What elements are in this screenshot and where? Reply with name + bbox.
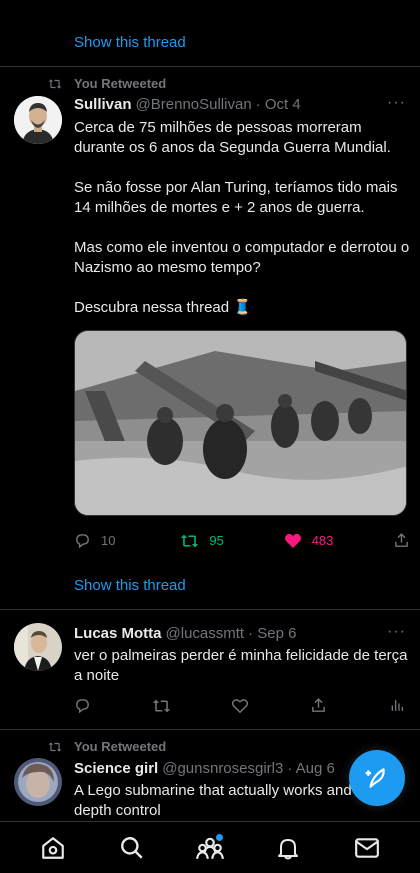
tweet-time[interactable]: · Aug 6: [287, 760, 335, 777]
avatar-image: [14, 758, 62, 806]
retweet-count: 95: [209, 533, 224, 548]
partial-action-row: [0, 0, 420, 6]
avatar-image: [14, 623, 62, 671]
bottom-navigation: [0, 821, 420, 873]
compose-tweet-button[interactable]: [349, 750, 405, 806]
tweet-header: Lucas Motta @lucassmtt · Sep 6: [74, 625, 404, 642]
tweet-paragraph: Se não fosse por Alan Turing, teríamos t…: [74, 179, 398, 216]
compose-icon: [365, 768, 385, 788]
retweet-icon: [48, 78, 62, 89]
share-icon: [312, 698, 325, 712]
tweet-time[interactable]: · Sep 6: [248, 625, 296, 642]
like-count: 483: [311, 533, 334, 548]
tweet-text: ver o palmeiras perder é minha felicidad…: [74, 647, 408, 684]
nav-search[interactable]: [112, 828, 152, 868]
notification-dot: [215, 833, 223, 841]
search-icon: [120, 836, 143, 859]
retweet-context: You Retweeted: [48, 76, 166, 91]
tweet-paragraph: Descubra nessa thread 🧵: [74, 299, 252, 316]
share-button[interactable]: [310, 697, 389, 714]
author-handle[interactable]: @gunsnrosesgirl3: [162, 760, 283, 777]
share-button[interactable]: [393, 532, 410, 549]
timeline-feed: Show this thread You Retweeted Sullivan …: [0, 0, 420, 873]
author-name[interactable]: Sullivan: [74, 96, 132, 113]
retweet-button[interactable]: [152, 698, 231, 714]
tweet-header: Sullivan @BrennoSullivan · Oct 4: [74, 96, 404, 113]
retweet-button[interactable]: 95: [180, 533, 283, 549]
tweet-paragraph: Mas como ele inventou o computador e der…: [74, 239, 410, 276]
retweet-label: You Retweeted: [74, 739, 167, 754]
tweet-paragraph: Cerca de 75 milhões de pessoas morreram …: [74, 119, 391, 156]
author-handle[interactable]: @BrennoSullivan: [136, 96, 252, 113]
reply-icon: [76, 534, 89, 549]
analytics-icon: [391, 700, 403, 711]
like-button[interactable]: 483: [284, 532, 393, 549]
tweet-time[interactable]: · Oct 4: [256, 96, 301, 113]
tweet-actions: [74, 697, 410, 714]
author-handle[interactable]: @lucassmtt: [166, 625, 245, 642]
avatar[interactable]: [14, 623, 62, 671]
avatar[interactable]: [14, 96, 62, 144]
author-name[interactable]: Lucas Motta: [74, 625, 162, 642]
like-icon: [231, 699, 249, 714]
reply-icon: [76, 699, 89, 714]
retweet-icon: [48, 741, 62, 752]
show-thread-link[interactable]: Show this thread: [74, 577, 186, 594]
photo-image: [75, 331, 406, 515]
share-icon: [395, 533, 408, 547]
avatar-image: [14, 96, 62, 144]
nav-home[interactable]: [33, 828, 73, 868]
retweet-context: You Retweeted: [48, 739, 166, 754]
reply-button[interactable]: [74, 697, 152, 714]
more-options-icon[interactable]: ···: [387, 94, 406, 112]
retweet-icon: [181, 534, 199, 547]
avatar[interactable]: [14, 758, 62, 806]
show-thread-link[interactable]: Show this thread: [74, 34, 186, 51]
reply-button[interactable]: 10: [74, 532, 180, 549]
retweet-label: You Retweeted: [74, 76, 167, 91]
notifications-icon: [278, 838, 299, 859]
like-icon: [284, 533, 301, 548]
author-name[interactable]: Science girl: [74, 760, 158, 777]
tweet-actions: 10 95 483: [74, 532, 410, 549]
nav-messages[interactable]: [347, 828, 387, 868]
reply-count: 10: [101, 533, 116, 548]
tweet-sullivan[interactable]: You Retweeted Sullivan @BrennoSullivan ·…: [0, 66, 420, 609]
tweet-text: Cerca de 75 milhões de pessoas morreram …: [74, 118, 410, 318]
analytics-button[interactable]: [389, 697, 405, 714]
home-icon: [42, 836, 65, 859]
tweet-lucas-motta[interactable]: Lucas Motta @lucassmtt · Sep 6 ··· ver o…: [0, 609, 420, 729]
tweet-media-photo[interactable]: [74, 330, 407, 516]
nav-communities[interactable]: [190, 828, 230, 868]
messages-icon: [354, 837, 379, 858]
retweet-icon: [152, 699, 171, 712]
nav-notifications[interactable]: [268, 828, 308, 868]
like-button[interactable]: [231, 697, 310, 714]
more-options-icon[interactable]: ···: [387, 623, 406, 641]
